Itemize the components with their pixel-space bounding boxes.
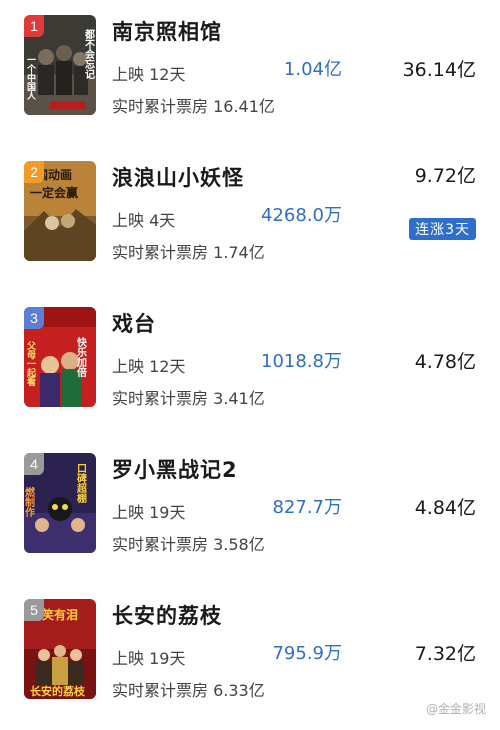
poster-slogan-2: 一定会赢: [30, 185, 78, 200]
film-title[interactable]: 戏台: [112, 308, 156, 338]
daily-box-office: 4268.0万: [261, 205, 342, 226]
rank-badge: 3: [24, 307, 44, 329]
days-released: 上映 19天: [112, 649, 186, 668]
film-title[interactable]: 罗小黑战记2: [112, 454, 238, 484]
film-row-1[interactable]: 都不会忘记 一个中国人 1 南京照相馆 上映 12天 实时累计票房 16.41亿…: [0, 0, 500, 146]
realtime-total-box-office: 实时累计票房 16.41亿: [112, 97, 275, 116]
daily-box-office: 827.7万: [272, 497, 342, 518]
days-released: 上映 4天: [112, 211, 176, 230]
film-row-2[interactable]: 国动画 一定会赢 2 浪浪山小妖怪 上映 4天 实时累计票房 1.74亿 426…: [0, 146, 500, 292]
realtime-total-box-office: 实时累计票房 3.41亿: [112, 389, 265, 408]
daily-box-office: 795.9万: [272, 643, 342, 664]
poster-slogan-2: 一个中国人: [25, 55, 37, 100]
film-row-4[interactable]: 口碑超棚 燃制作 4 罗小黑战记2 上映 19天 实时累计票房 3.58亿 82…: [0, 438, 500, 584]
days-released: 上映 19天: [112, 503, 186, 522]
film-row-3[interactable]: 快乐加倍 父母一起看 3 戏台 上映 12天 实时累计票房 3.41亿 1018…: [0, 292, 500, 438]
days-released: 上映 12天: [112, 357, 186, 376]
rank-badge: 4: [24, 453, 44, 475]
cumulative-box-office: 9.72亿: [414, 165, 476, 187]
film-title[interactable]: 长安的荔枝: [112, 600, 222, 630]
poster-slogan-2: 长安的荔枝: [30, 684, 86, 698]
cumulative-box-office: 36.14亿: [402, 59, 476, 81]
realtime-total-box-office: 实时累计票房 3.58亿: [112, 535, 265, 554]
rank-badge: 5: [24, 599, 44, 621]
daily-box-office: 1.04亿: [283, 59, 342, 80]
daily-box-office: 1018.8万: [261, 351, 342, 372]
realtime-total-box-office: 实时累计票房 6.33亿: [112, 681, 265, 700]
film-title[interactable]: 南京照相馆: [112, 16, 222, 46]
realtime-total-box-office: 实时累计票房 1.74亿: [112, 243, 265, 262]
cumulative-box-office: 7.32亿: [414, 643, 476, 665]
cumulative-box-office: 4.84亿: [414, 497, 476, 519]
poster-slogan-2: 燃制作: [24, 486, 35, 518]
rank-badge: 1: [24, 15, 44, 37]
rising-streak-badge: 连涨3天: [409, 218, 476, 240]
cumulative-box-office: 4.78亿: [414, 351, 476, 373]
poster-slogan-2: 父母一起看: [25, 341, 37, 387]
days-released: 上映 12天: [112, 65, 186, 84]
film-title[interactable]: 浪浪山小妖怪: [112, 162, 244, 192]
rank-badge: 2: [24, 161, 44, 183]
weibo-watermark: @金金影视: [425, 702, 486, 716]
